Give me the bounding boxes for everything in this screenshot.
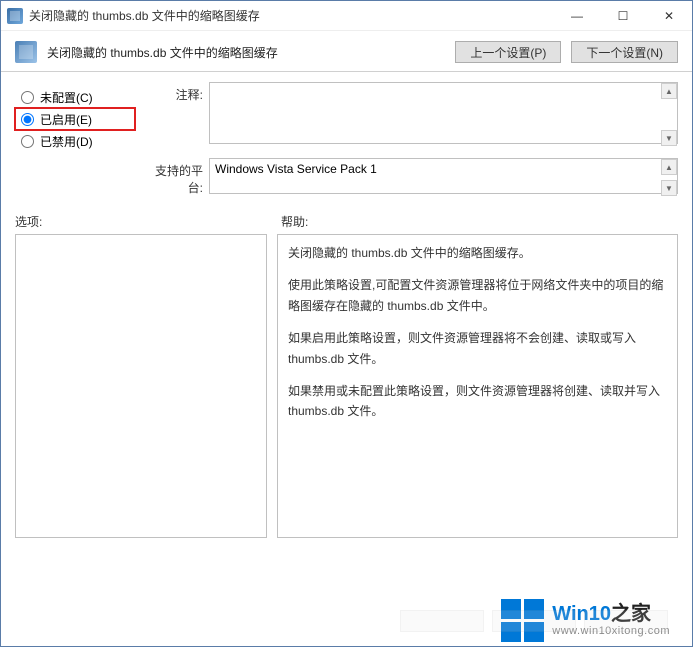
minimize-button[interactable]: —	[554, 1, 600, 30]
watermark-prefix: Win10	[552, 603, 611, 625]
options-label: 选项:	[15, 213, 281, 230]
radio-enabled[interactable]: 已启用(E)	[15, 108, 135, 130]
platform-field-wrap: ▲ ▼	[209, 158, 678, 197]
scroll-up-icon[interactable]: ▲	[661, 83, 677, 99]
radio-disabled-label: 已禁用(D)	[40, 133, 93, 150]
radio-not-configured-label: 未配置(C)	[40, 89, 93, 106]
policy-title: 关闭隐藏的 thumbs.db 文件中的缩略图缓存	[47, 44, 445, 61]
watermark-suffix: 之家	[611, 603, 651, 625]
watermark-text: Win10之家 www.win10xitong.com	[552, 603, 670, 637]
radio-disabled-input[interactable]	[21, 135, 34, 148]
window-buttons: — ☐ ✕	[554, 1, 692, 30]
help-para: 关闭隐藏的 thumbs.db 文件中的缩略图缓存。	[288, 243, 667, 263]
help-para: 如果启用此策略设置，则文件资源管理器将不会创建、读取或写入 thumbs.db …	[288, 328, 667, 369]
radio-disabled[interactable]: 已禁用(D)	[15, 130, 135, 152]
next-setting-button[interactable]: 下一个设置(N)	[571, 41, 678, 63]
platform-label: 支持的平台:	[141, 152, 203, 196]
app-icon	[7, 8, 23, 24]
options-panel[interactable]	[15, 234, 267, 538]
maximize-button[interactable]: ☐	[600, 1, 646, 30]
titlebar: 关闭隐藏的 thumbs.db 文件中的缩略图缓存 — ☐ ✕	[1, 1, 692, 31]
section-labels: 选项: 帮助:	[1, 197, 692, 234]
scroll-down-icon[interactable]: ▼	[661, 130, 677, 146]
radio-not-configured-input[interactable]	[21, 91, 34, 104]
windows-logo-icon	[501, 599, 544, 642]
close-button[interactable]: ✕	[646, 1, 692, 30]
help-para: 使用此策略设置,可配置文件资源管理器将位于网络文件夹中的项目的缩略图缓存在隐藏的…	[288, 275, 667, 316]
prev-setting-button[interactable]: 上一个设置(P)	[455, 41, 561, 63]
header-row: 关闭隐藏的 thumbs.db 文件中的缩略图缓存 上一个设置(P) 下一个设置…	[1, 31, 692, 71]
config-grid: 未配置(C) 已启用(E) 已禁用(D) 注释: ▲ ▼ 支持的平台: ▲ ▼	[1, 78, 692, 197]
help-para: 如果禁用或未配置此策略设置，则文件资源管理器将创建、读取并写入 thumbs.d…	[288, 381, 667, 422]
policy-icon	[15, 41, 37, 63]
comment-label: 注释:	[141, 82, 203, 103]
help-panel[interactable]: 关闭隐藏的 thumbs.db 文件中的缩略图缓存。 使用此策略设置,可配置文件…	[277, 234, 678, 538]
ok-button[interactable]	[400, 610, 484, 632]
panels: 关闭隐藏的 thumbs.db 文件中的缩略图缓存。 使用此策略设置,可配置文件…	[1, 234, 692, 594]
help-label: 帮助:	[281, 213, 678, 230]
divider	[1, 71, 692, 72]
radio-not-configured[interactable]: 未配置(C)	[15, 86, 135, 108]
watermark-big: Win10之家	[552, 603, 670, 625]
radio-enabled-input[interactable]	[21, 113, 34, 126]
scroll-up-icon[interactable]: ▲	[661, 159, 677, 175]
watermark: Win10之家 www.win10xitong.com	[501, 599, 670, 642]
window-title: 关闭隐藏的 thumbs.db 文件中的缩略图缓存	[29, 7, 554, 24]
scroll-down-icon[interactable]: ▼	[661, 180, 677, 196]
watermark-url: www.win10xitong.com	[552, 625, 670, 637]
radio-group: 未配置(C) 已启用(E) 已禁用(D)	[15, 82, 135, 152]
comment-field[interactable]	[209, 82, 678, 144]
comment-field-wrap: ▲ ▼	[209, 82, 678, 147]
platform-field[interactable]	[209, 158, 678, 194]
radio-enabled-label: 已启用(E)	[40, 111, 92, 128]
